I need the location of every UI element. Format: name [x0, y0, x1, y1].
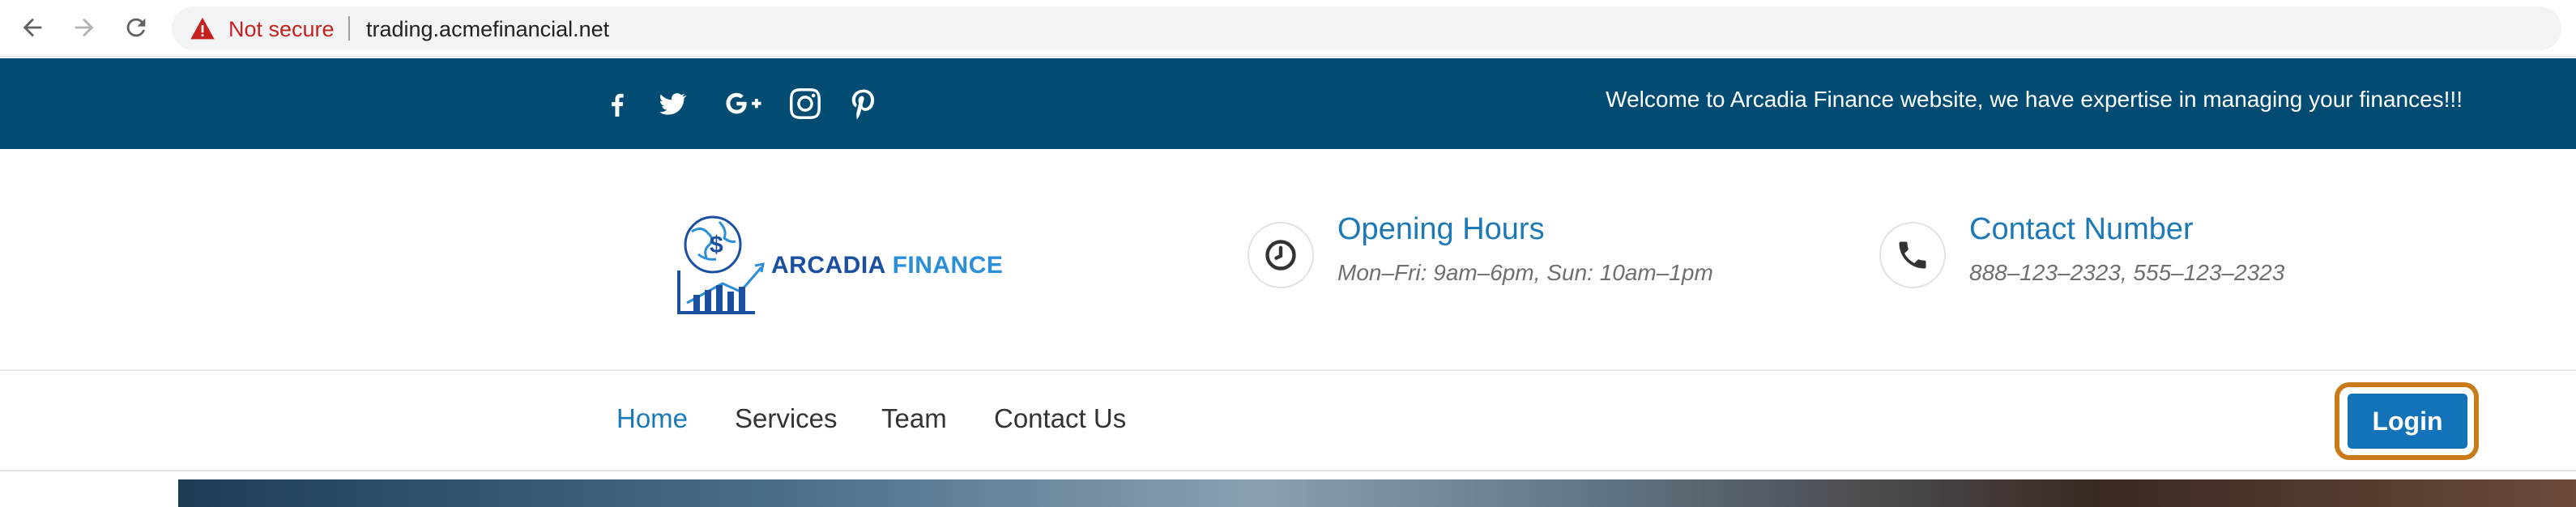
back-arrow-icon	[23, 18, 42, 37]
hero-image	[178, 479, 2576, 507]
logo-text[interactable]: ARCADIA FINANCE	[771, 252, 1003, 279]
nav-team[interactable]: Team	[881, 403, 947, 434]
back-button[interactable]	[16, 11, 49, 44]
browser-toolbar: Not secure trading.acmefinancial.net	[0, 0, 2576, 57]
logo-word-finance: FINANCE	[892, 252, 1004, 279]
url-text[interactable]: trading.acmefinancial.net	[366, 17, 609, 42]
instagram-icon	[790, 88, 821, 119]
contact-number-text: 888–123–2323, 555–123–2323	[1969, 260, 2285, 285]
warning-icon	[190, 17, 215, 40]
forward-button[interactable]	[68, 11, 100, 44]
main-nav: Home Services Team Contact Us Login	[0, 371, 2576, 471]
opening-hours-text: Mon–Fri: 9am–6pm, Sun: 10am–1pm	[1337, 260, 1713, 285]
pinterest-link[interactable]	[846, 86, 881, 121]
pinterest-icon	[851, 89, 875, 119]
url-divider	[348, 16, 350, 40]
address-bar[interactable]: Not secure trading.acmefinancial.net	[172, 6, 2561, 50]
nav-services[interactable]: Services	[735, 403, 838, 434]
clock-icon	[1265, 240, 1296, 271]
twitter-icon	[659, 93, 687, 115]
nav-contact-us[interactable]: Contact Us	[994, 403, 1126, 434]
clock-badge	[1247, 222, 1314, 288]
svg-text:$: $	[710, 232, 723, 258]
facebook-link[interactable]	[599, 86, 635, 121]
security-status[interactable]: Not secure	[228, 17, 335, 42]
forward-arrow-icon	[75, 18, 94, 37]
google-plus-icon	[726, 92, 761, 114]
phone-icon	[1899, 241, 1926, 269]
reload-button[interactable]	[120, 11, 152, 44]
instagram-link[interactable]	[787, 86, 823, 121]
logo-word-arcadia: ARCADIA	[771, 252, 885, 279]
site-header: $ ARCADIA FINANCE Opening Hours Mon–Fri:…	[0, 149, 2576, 371]
phone-badge	[1879, 222, 1946, 288]
nav-home[interactable]: Home	[616, 403, 688, 434]
top-bar: Welcome to Arcadia Finance website, we h…	[0, 58, 2576, 149]
twitter-link[interactable]	[655, 86, 690, 121]
welcome-message: Welcome to Arcadia Finance website, we h…	[1606, 87, 2463, 112]
opening-hours-title: Opening Hours	[1337, 212, 1545, 246]
reload-icon	[126, 18, 146, 37]
contact-number-title: Contact Number	[1969, 212, 2194, 246]
google-plus-link[interactable]	[721, 86, 766, 121]
facebook-icon	[612, 93, 624, 117]
login-button[interactable]: Login	[2348, 394, 2467, 449]
